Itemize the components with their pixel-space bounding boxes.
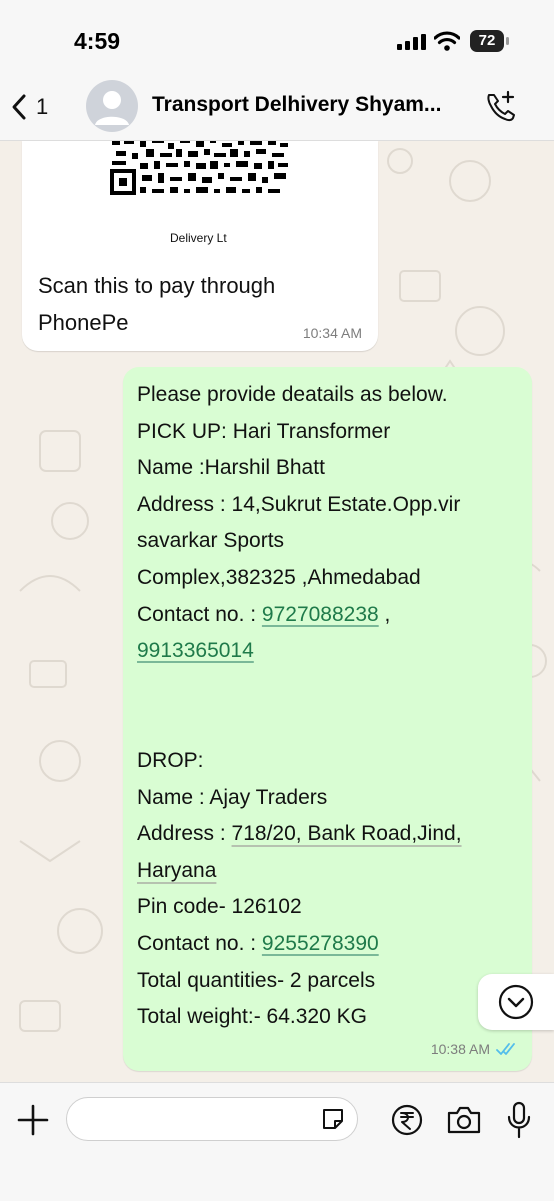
incoming-text-line: Scan this to pay through: [38, 273, 276, 298]
default-avatar-icon: [95, 91, 129, 125]
message-timestamp: 10:38 AM: [430, 1041, 490, 1057]
battery-level: 72: [470, 30, 504, 52]
message-line: Contact no. : 9255278390: [137, 926, 517, 963]
message-line: Address : 14,Sukrut Estate.Opp.vir: [137, 492, 461, 516]
message-line: DROP:: [137, 748, 204, 772]
rupee-icon[interactable]: [390, 1103, 424, 1137]
avatar[interactable]: [86, 80, 138, 132]
address-link[interactable]: 718/20, Bank Road,Jind,: [232, 822, 462, 845]
chevron-left-icon: [12, 94, 26, 120]
outgoing-message[interactable]: Please provide deatails as below. PICK U…: [123, 367, 532, 1071]
chat-header: 1 Transport Delhivery Shyam...: [0, 76, 554, 141]
message-input-bar: [0, 1082, 554, 1201]
scroll-to-bottom-button[interactable]: [478, 974, 554, 1030]
message-line: PICK UP: Hari Transformer: [137, 419, 391, 443]
address-label: Address :: [137, 822, 232, 846]
unread-count: 1: [36, 94, 49, 119]
microphone-icon[interactable]: [506, 1101, 532, 1139]
message-line: Name :Harshil Bhatt: [137, 456, 325, 480]
double-check-icon: [496, 1043, 515, 1055]
status-time: 4:59: [74, 28, 121, 54]
phone-link[interactable]: 9913365014: [137, 639, 254, 662]
camera-icon[interactable]: [446, 1103, 482, 1137]
message-line: Complex,382325 ,Ahmedabad: [137, 565, 421, 589]
message-line: Contact no. : 9727088238 ,: [137, 597, 517, 634]
wifi-icon: [434, 31, 460, 51]
message-line: 9913365014: [137, 633, 517, 670]
qr-caption: Delivery Lt: [170, 231, 227, 245]
message-input[interactable]: [66, 1097, 358, 1141]
phone-plus-icon[interactable]: [482, 88, 520, 126]
sticker-icon[interactable]: [320, 1106, 346, 1132]
message-line: Haryana: [137, 853, 517, 890]
chat-area[interactable]: Delivery Lt Scan this to pay through Pho…: [0, 141, 554, 1082]
message-line: Please provide deatails as below.: [137, 383, 448, 406]
chevron-down-circle-icon: [498, 984, 534, 1020]
message-line: Address : 718/20, Bank Road,Jind,: [137, 816, 517, 853]
back-button[interactable]: 1: [10, 90, 48, 124]
message-timestamp: 10:34 AM: [302, 325, 362, 341]
contact-label: Contact no. :: [137, 602, 262, 626]
qr-code-image[interactable]: [110, 141, 290, 197]
incoming-message[interactable]: Delivery Lt Scan this to pay through Pho…: [22, 141, 378, 351]
phone-link[interactable]: 9727088238: [262, 603, 379, 626]
message-line: Total weight:- 64.320 KG: [137, 1005, 367, 1029]
separator-text: ,: [378, 602, 391, 626]
phone-link[interactable]: 9255278390: [262, 932, 379, 955]
status-bar: 4:59 72: [0, 0, 554, 76]
battery-icon: 72: [470, 30, 510, 52]
message-meta: 10:38 AM: [431, 1041, 518, 1057]
contact-label: Contact no. :: [137, 931, 262, 955]
message-line: Total quantities- 2 parcels: [137, 968, 376, 992]
message-line: Pin code- 126102: [137, 895, 302, 919]
cellular-signal-icon: [397, 34, 426, 50]
message-line: Name : Ajay Traders: [137, 785, 328, 809]
plus-icon[interactable]: [16, 1103, 50, 1137]
chat-title[interactable]: Transport Delhivery Shyam...: [152, 93, 464, 117]
address-link[interactable]: Haryana: [137, 859, 216, 882]
outgoing-message-text: Please provide deatails as below. PICK U…: [137, 377, 517, 1036]
message-line: savarkar Sports: [137, 529, 285, 553]
